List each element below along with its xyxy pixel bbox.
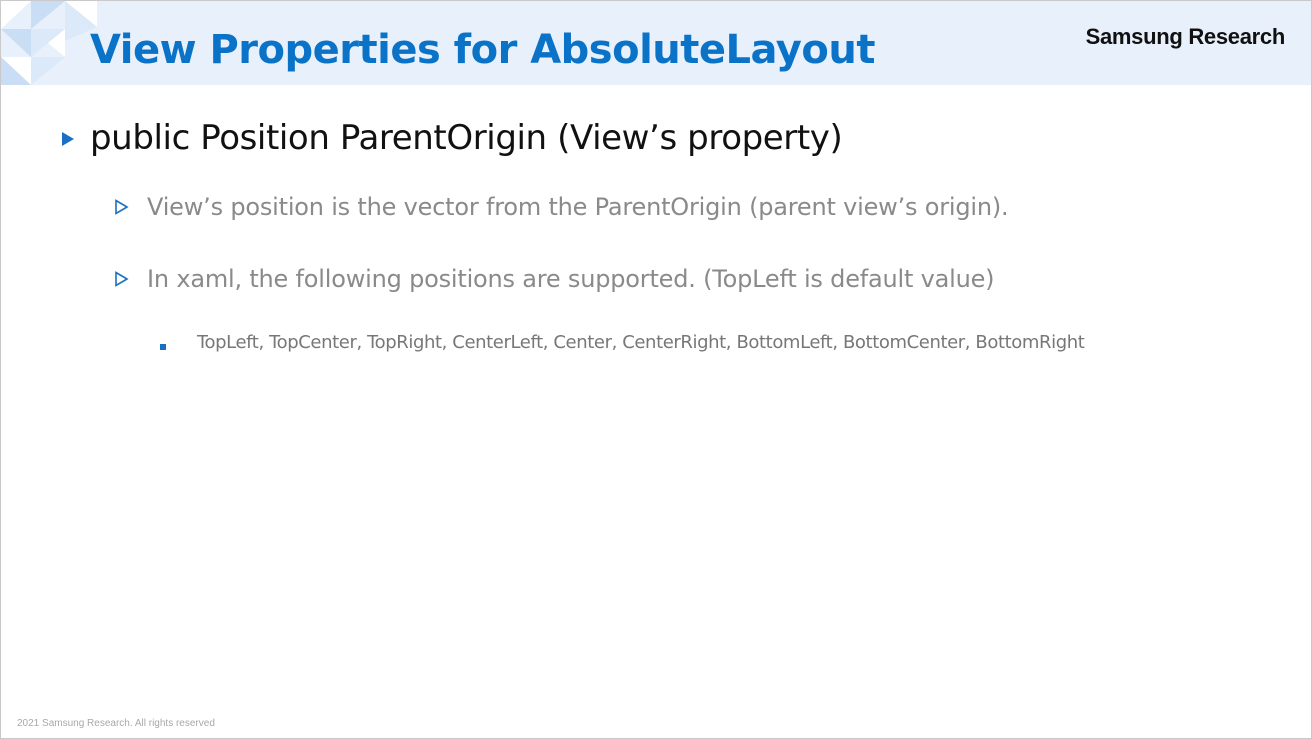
bullet-level1-text: public Position ParentOrigin (View’s pro… bbox=[90, 118, 843, 158]
bullet-level3-text: TopLeft, TopCenter, TopRight, CenterLeft… bbox=[197, 332, 1085, 353]
header-band: View Properties for AbsoluteLayout Samsu… bbox=[1, 1, 1311, 85]
slide-title: View Properties for AbsoluteLayout bbox=[90, 27, 875, 73]
outline-triangle-right-icon bbox=[115, 199, 129, 215]
slide: View Properties for AbsoluteLayout Samsu… bbox=[0, 0, 1312, 739]
filled-triangle-right-icon bbox=[62, 132, 74, 146]
outline-triangle-right-icon bbox=[115, 271, 129, 287]
footer-copyright: 2021 Samsung Research. All rights reserv… bbox=[17, 718, 215, 729]
bullet-level2-text: In xaml, the following positions are sup… bbox=[147, 265, 995, 293]
square-bullet-icon bbox=[160, 344, 166, 350]
bullet-level2-text: View’s position is the vector from the P… bbox=[147, 193, 1009, 221]
samsung-research-logo: Samsung Research bbox=[1085, 24, 1286, 49]
corner-triangle-pattern bbox=[1, 1, 97, 85]
